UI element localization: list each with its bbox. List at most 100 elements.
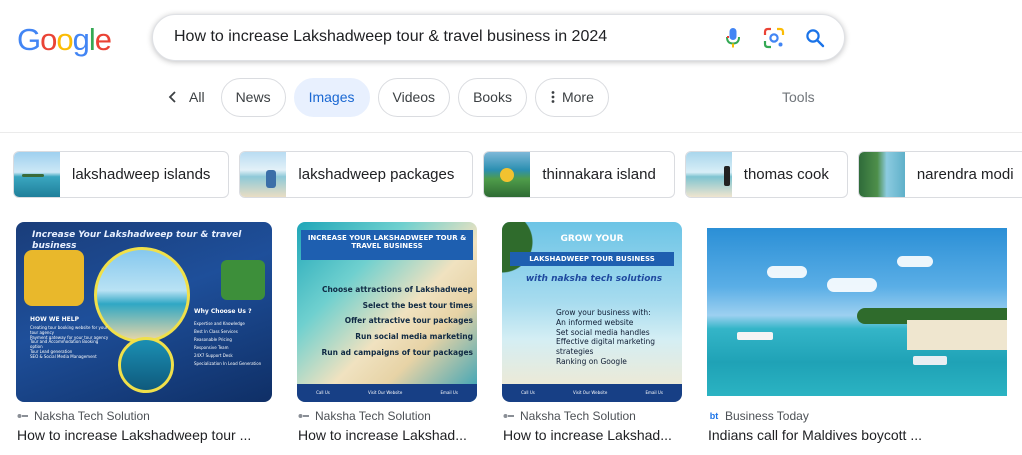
search-box[interactable]: How to increase Lakshadweep tour & trave… [152, 14, 845, 61]
image-headline: GROW YOUR [560, 234, 624, 244]
cloud-graphic [897, 256, 933, 267]
image-subheadline: LAKSHADWEEP TOUR BUSINESS [529, 255, 655, 263]
header-divider [0, 132, 1022, 133]
bullet-item: Run ad campaigns of tour packages [321, 347, 473, 357]
chip-lakshadweep-packages[interactable]: lakshadweep packages [239, 151, 474, 198]
bullet-item: Offer attractive tour packages [344, 316, 473, 326]
logo-letter: e [94, 22, 112, 57]
logo-letter: g [72, 22, 90, 57]
google-logo[interactable]: Google [17, 22, 112, 58]
bullet-list: Grow your business with: An informed web… [556, 308, 680, 367]
related-chips: lakshadweep islands lakshadweep packages… [13, 151, 1022, 198]
chip-label: thinnakara island [542, 166, 656, 183]
chip-narendra-modi[interactable]: narendra modi [857, 151, 1022, 198]
tab-news[interactable]: News [220, 77, 286, 117]
chip-thinnakara-island[interactable]: thinnakara island [483, 151, 675, 198]
footer-item: Visit Our Website [368, 389, 403, 395]
logo-letter: o [56, 22, 73, 57]
logo-letter: G [17, 22, 41, 57]
result-source[interactable]: bt Business Today [708, 409, 809, 423]
tab-label: Images [308, 89, 355, 105]
tab-videos[interactable]: Videos [377, 77, 451, 117]
result-image[interactable]: INCREASE YOUR LAKSHADWEEP TOUR & TRAVEL … [297, 222, 477, 402]
lens-camera-icon[interactable] [761, 25, 787, 51]
result-source[interactable]: Naksha Tech Solution [503, 409, 636, 423]
result-image[interactable] [707, 228, 1007, 396]
cloud-graphic [827, 278, 877, 292]
more-vert-icon [551, 91, 555, 103]
bullet-item: Ranking on Google [556, 356, 627, 366]
why-list: Expertise and Knowledge Best In Class Se… [194, 320, 268, 368]
result-image[interactable]: Increase Your Lakshadweep tour & travel … [16, 222, 272, 402]
result-image[interactable]: GROW YOUR LAKSHADWEEP TOUR BUSINESS with… [502, 222, 682, 402]
result-source[interactable]: Naksha Tech Solution [17, 409, 150, 423]
why-item: Expertise and Knowledge [194, 321, 245, 326]
how-item: SEO & Social Media Management [30, 353, 97, 359]
boat-graphic [913, 356, 947, 365]
result-title[interactable]: Indians call for Maldives boycott ... [708, 427, 922, 443]
naksha-favicon-icon [17, 410, 29, 422]
tab-books[interactable]: Books [458, 77, 527, 117]
tab-label: News [235, 89, 271, 105]
naksha-favicon-icon [298, 410, 310, 422]
chip-lakshadweep-islands[interactable]: lakshadweep islands [13, 151, 230, 198]
diver-circle-graphic [118, 337, 174, 393]
source-name: Naksha Tech Solution [34, 409, 150, 423]
image-result[interactable]: GROW YOUR LAKSHADWEEP TOUR BUSINESS with… [502, 222, 682, 402]
image-result[interactable]: Increase Your Lakshadweep tour & travel … [16, 222, 272, 402]
script-text: with naksha tech solutions [525, 274, 663, 284]
why-heading: Why Choose Us ? [194, 308, 252, 315]
chip-thumbnail [240, 152, 287, 197]
search-icon[interactable] [802, 25, 828, 51]
footer-item: Call Us [316, 389, 330, 395]
luggage-graphic [24, 250, 84, 306]
traveler-graphic [221, 260, 265, 300]
microphone-icon[interactable] [720, 25, 746, 51]
why-item: Best In Class Services [194, 329, 238, 334]
why-item: Reasonable Pricing [194, 337, 232, 342]
chip-label: narendra modi [916, 166, 1014, 183]
chip-label: lakshadweep islands [72, 166, 211, 183]
chip-thumbnail [858, 152, 905, 197]
tab-images[interactable]: Images [293, 77, 370, 117]
result-title[interactable]: How to increase Lakshad... [503, 427, 672, 443]
footer-item: Email Us [645, 389, 663, 395]
chip-thumbnail [484, 152, 531, 197]
source-name: Business Today [725, 409, 809, 423]
tab-more[interactable]: More [534, 77, 609, 117]
why-item: Specialization In Lead Generation [194, 361, 262, 366]
image-result[interactable] [707, 228, 1007, 396]
tab-all[interactable]: All [160, 78, 217, 117]
tab-label: Books [473, 89, 512, 105]
contact-footer: Call Us Visit Our Website Email Us [502, 384, 682, 402]
how-list: Creating tour booking website for your t… [30, 325, 112, 360]
image-headline: INCREASE YOUR LAKSHADWEEP TOUR & TRAVEL … [307, 234, 467, 251]
why-item: Responsive Team [194, 345, 229, 350]
footer-item: Visit Our Website [573, 389, 608, 395]
chip-label: lakshadweep packages [298, 166, 455, 183]
tools-button[interactable]: Tools [782, 89, 815, 105]
chip-thomas-cook[interactable]: thomas cook [684, 151, 848, 198]
chevron-left-icon [168, 91, 176, 103]
logo-letter: o [40, 22, 57, 57]
result-title[interactable]: How to increase Lakshad... [298, 427, 467, 443]
how-heading: HOW WE HELP [30, 316, 79, 323]
search-tabs: All News Images Videos Books More [160, 77, 617, 117]
bullet-item: An informed website [556, 317, 634, 327]
source-name: Naksha Tech Solution [315, 409, 431, 423]
search-input[interactable]: How to increase Lakshadweep tour & trave… [174, 28, 607, 46]
footer-item: Email Us [440, 389, 458, 395]
bullet-item: Select the best tour times [362, 300, 473, 310]
bullet-item: Run social media marketing [355, 331, 473, 341]
tab-label: Videos [392, 89, 436, 105]
result-source[interactable]: Naksha Tech Solution [298, 409, 431, 423]
cloud-graphic [767, 266, 807, 278]
result-title[interactable]: How to increase Lakshadweep tour ... [17, 427, 251, 443]
footer-item: Call Us [521, 389, 535, 395]
business-today-favicon-icon: bt [709, 411, 719, 421]
chip-thumbnail [14, 152, 60, 197]
bullet-item: Choose attractions of Lakshadweep [321, 285, 473, 294]
source-name: Naksha Tech Solution [520, 409, 636, 423]
tab-label: All [189, 89, 205, 105]
image-result[interactable]: INCREASE YOUR LAKSHADWEEP TOUR & TRAVEL … [297, 222, 477, 402]
